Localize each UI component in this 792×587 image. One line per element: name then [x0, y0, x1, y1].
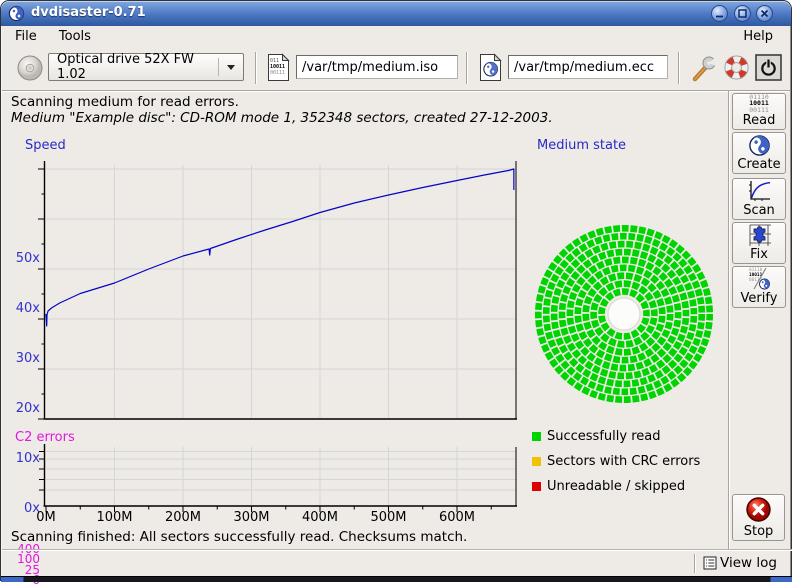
legend-label: Sectors with CRC errors: [547, 454, 700, 469]
preferences-wrench-icon[interactable]: [690, 53, 718, 83]
fix-button[interactable]: Fix: [732, 222, 786, 264]
puzzle-fix-icon: [746, 221, 772, 247]
x-tick-label: 300M: [227, 510, 277, 525]
legend-item: Unreadable / skipped: [532, 474, 700, 499]
drive-selector-dropdown[interactable]: Optical drive 52X FW 1.02: [48, 53, 244, 81]
legend-label: Unreadable / skipped: [547, 479, 685, 494]
iso-file-icon: 011 10011 00111: [266, 53, 291, 82]
curve-scan-icon: [746, 179, 772, 203]
toolbar-separator: [678, 52, 680, 84]
action-sidebar: 011101001100111 Read Create Scan: [731, 91, 792, 549]
scan-result-line: Scanning finished: All sectors successfu…: [11, 529, 467, 545]
view-log-button[interactable]: View log: [703, 552, 777, 574]
toolbar: Optical drive 52X FW 1.02 011 10011 0011…: [2, 48, 790, 91]
dropdown-arrow-zone: [218, 58, 235, 76]
binary-read-icon: 011101001100111: [749, 94, 769, 114]
read-button[interactable]: 011101001100111 Read: [732, 93, 786, 130]
x-tick-label: 200M: [158, 510, 208, 525]
menubar: File Tools Help: [2, 27, 790, 48]
verify-button[interactable]: 01110 10011 00111 Verify: [732, 266, 786, 308]
fix-button-label: Fix: [750, 247, 768, 262]
legend-swatch: [532, 432, 541, 441]
toolbar-separator: [466, 52, 468, 84]
create-button-label: Create: [737, 157, 780, 172]
log-list-icon: [703, 556, 717, 570]
chevron-down-icon: [227, 65, 235, 70]
legend-swatch: [532, 482, 541, 491]
statusbar-separator: [694, 554, 696, 573]
titlebar[interactable]: dvdisaster-0.71: [1, 1, 791, 26]
medium-state-legend: Successfully read Sectors with CRC errors…: [532, 424, 700, 499]
yinyang-create-icon: [748, 133, 771, 157]
statusbar: View log: [2, 549, 792, 576]
menu-tools[interactable]: Tools: [50, 27, 100, 46]
help-lifebuoy-icon[interactable]: [723, 54, 750, 81]
ecc-file-icon: [478, 53, 503, 82]
x-tick-label: 600M: [432, 510, 482, 525]
close-button[interactable]: [756, 5, 773, 22]
read-button-label: Read: [743, 113, 776, 128]
app-yinyang-icon: [8, 5, 25, 22]
speed-tick-label: 20x: [4, 401, 40, 416]
view-log-label: View log: [720, 555, 777, 571]
app-window: dvdisaster-0.71 File Tools Help Optical …: [0, 0, 792, 581]
speed-tick-label: 50x: [4, 251, 40, 266]
stop-button[interactable]: Stop: [732, 494, 785, 541]
quit-power-icon[interactable]: [755, 54, 782, 81]
maximize-button[interactable]: [734, 5, 751, 22]
legend-item: Sectors with CRC errors: [532, 449, 700, 474]
window-bottom-frame: [1, 576, 792, 582]
minimize-button[interactable]: [711, 5, 728, 22]
scan-button[interactable]: Scan: [732, 178, 786, 220]
x-tick-label: 400M: [295, 510, 345, 525]
main-pane: Scanning medium for read errors. Medium …: [2, 91, 728, 549]
binary-yinyang-verify-icon: 01110 10011 00111: [746, 266, 772, 291]
svg-text:00111: 00111: [270, 70, 285, 76]
speed-tick-label: 40x: [4, 301, 40, 316]
x-tick-label: 500M: [364, 510, 414, 525]
create-button[interactable]: Create: [732, 132, 786, 174]
speed-tick-label: 10x: [4, 451, 40, 466]
iso-path-input[interactable]: [296, 55, 458, 79]
scan-button-label: Scan: [743, 203, 775, 218]
x-tick-label: 0M: [21, 510, 71, 525]
optical-drive-icon: [17, 55, 43, 81]
menu-file[interactable]: File: [6, 27, 46, 46]
legend-item: Successfully read: [532, 424, 700, 449]
menu-help[interactable]: Help: [734, 29, 782, 44]
drive-selector-value: Optical drive 52X FW 1.02: [57, 52, 218, 82]
x-tick-label: 100M: [90, 510, 140, 525]
verify-button-label: Verify: [741, 291, 778, 306]
stop-icon: [745, 495, 772, 524]
window-title: dvdisaster-0.71: [31, 5, 146, 20]
ecc-path-input[interactable]: [508, 55, 668, 79]
speed-tick-label: 30x: [4, 351, 40, 366]
sidebar-separator: [728, 91, 730, 549]
legend-swatch: [532, 457, 541, 466]
toolbar-separator: [255, 52, 257, 84]
legend-label: Successfully read: [547, 429, 660, 444]
stop-button-label: Stop: [744, 524, 774, 539]
